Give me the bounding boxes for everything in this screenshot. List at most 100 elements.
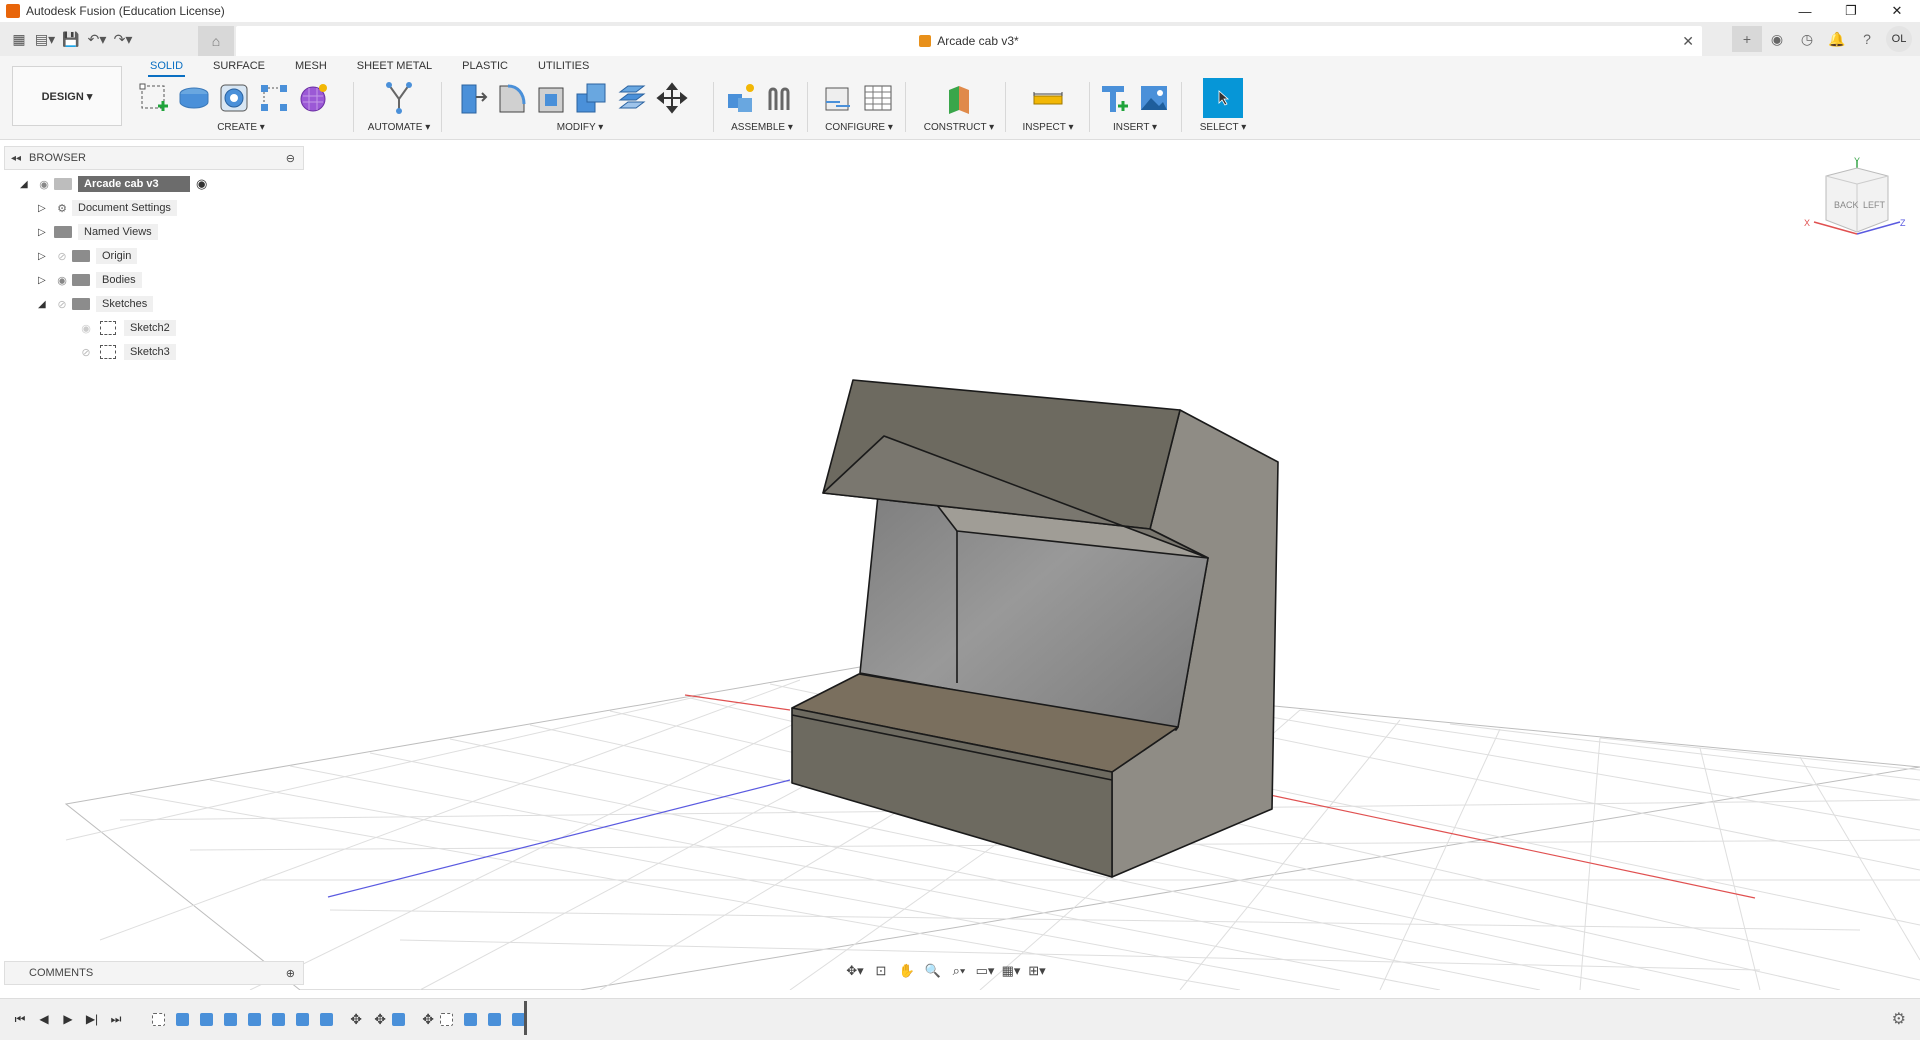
timeline-sketch-icon[interactable] — [434, 1007, 458, 1031]
visibility-eye-icon[interactable]: ◉ — [52, 274, 72, 287]
fit-icon[interactable]: ⌕▾ — [946, 960, 972, 982]
timeline-extrude-icon[interactable] — [218, 1007, 242, 1031]
tree-root[interactable]: ◢ ◉ Arcade cab v3 ◉ — [20, 174, 207, 194]
inspect-menu[interactable]: INSPECT ▾ — [1012, 122, 1084, 133]
tab-solid[interactable]: SOLID — [148, 58, 186, 77]
zoom-icon[interactable]: 🔍 — [920, 960, 946, 982]
tree-item-named-views[interactable]: ▷ Named Views — [38, 222, 158, 242]
add-comment-icon[interactable]: ⊕ — [286, 967, 295, 980]
insert-menu[interactable]: INSERT ▾ — [1094, 122, 1176, 133]
new-tab-button[interactable]: + — [1732, 26, 1762, 52]
configure-icon[interactable] — [818, 78, 858, 118]
tree-item-bodies[interactable]: ▷ ◉ Bodies — [38, 270, 142, 290]
pattern-icon[interactable] — [254, 78, 294, 118]
undo-icon[interactable]: ↶▾ — [84, 26, 110, 52]
timeline-marker[interactable] — [524, 1001, 527, 1035]
extensions-icon[interactable]: ◉ — [1762, 26, 1792, 52]
form-icon[interactable] — [294, 78, 334, 118]
hidden-eye-icon[interactable]: ⊘ — [76, 346, 96, 359]
document-tab[interactable]: Arcade cab v3* ✕ — [236, 26, 1702, 56]
tree-item-sketch3[interactable]: ⊘ Sketch3 — [76, 342, 176, 362]
modify-menu[interactable]: MODIFY ▾ — [452, 122, 708, 133]
help-icon[interactable]: ? — [1852, 26, 1882, 52]
timeline-extrude-icon[interactable] — [290, 1007, 314, 1031]
pan-icon[interactable]: ✋ — [894, 960, 920, 982]
workspace-switcher-button[interactable]: DESIGN ▾ — [12, 66, 122, 126]
minimize-button[interactable]: — — [1782, 0, 1828, 22]
measure-icon[interactable] — [1028, 78, 1068, 118]
timeline-extrude-icon[interactable] — [458, 1007, 482, 1031]
expand-arrow-icon[interactable]: ▷ — [38, 227, 52, 238]
viewcube-back-label[interactable]: BACK — [1834, 200, 1859, 210]
timeline-move-icon[interactable] — [338, 1007, 362, 1031]
job-status-icon[interactable]: ◷ — [1792, 26, 1822, 52]
revolve-icon[interactable] — [214, 78, 254, 118]
automate-icon[interactable] — [379, 78, 419, 118]
apps-grid-icon[interactable]: ▦ — [6, 26, 32, 52]
insert-canvas-icon[interactable] — [1134, 78, 1174, 118]
browser-minus-icon[interactable]: ⊖ — [286, 152, 295, 165]
shell-icon[interactable] — [532, 78, 572, 118]
press-pull-icon[interactable] — [452, 78, 492, 118]
timeline-extrude-icon[interactable] — [266, 1007, 290, 1031]
expand-arrow-icon[interactable]: ▷ — [38, 275, 52, 286]
view-cube[interactable]: BACK LEFT Y X Z — [1800, 156, 1910, 246]
tab-mesh[interactable]: MESH — [293, 58, 329, 77]
expand-arrow-icon[interactable]: ▷ — [38, 251, 52, 262]
hidden-eye-icon[interactable]: ◉ — [76, 322, 96, 335]
visibility-eye-icon[interactable]: ◉ — [34, 178, 54, 191]
timeline-move-icon[interactable] — [410, 1007, 434, 1031]
new-component-icon[interactable] — [722, 78, 762, 118]
move-icon[interactable] — [652, 78, 692, 118]
viewcube-left-label[interactable]: LEFT — [1863, 200, 1886, 210]
timeline-move-icon[interactable] — [362, 1007, 386, 1031]
tree-item-sketches[interactable]: ◢ ⊘ Sketches — [38, 294, 154, 314]
timeline-sketch-icon[interactable] — [146, 1007, 170, 1031]
orbit-icon[interactable]: ✥▾ — [842, 960, 868, 982]
tab-plastic[interactable]: PLASTIC — [460, 58, 510, 77]
comments-panel[interactable]: COMMENTS ⊕ — [4, 961, 304, 985]
activate-radio-icon[interactable]: ◉ — [196, 176, 207, 192]
hidden-eye-icon[interactable]: ⊘ — [52, 250, 72, 263]
viewports-icon[interactable]: ⊞▾ — [1024, 960, 1050, 982]
tree-item-document-settings[interactable]: ▷ ⚙ Document Settings — [38, 198, 177, 218]
select-icon[interactable] — [1203, 78, 1243, 118]
joint-icon[interactable] — [762, 78, 802, 118]
step-forward-icon[interactable]: ▶| — [80, 1007, 104, 1031]
create-menu[interactable]: CREATE ▾ — [134, 122, 348, 133]
tab-sheet-metal[interactable]: SHEET METAL — [355, 58, 434, 77]
timeline-extrude-icon[interactable] — [386, 1007, 410, 1031]
tab-surface[interactable]: SURFACE — [211, 58, 267, 77]
insert-derive-icon[interactable] — [1094, 78, 1134, 118]
arcade-cabinet-model[interactable] — [791, 379, 1279, 878]
expand-arrow-icon[interactable]: ◢ — [20, 179, 34, 190]
close-window-button[interactable]: ✕ — [1874, 0, 1920, 22]
timeline-extrude-icon[interactable] — [194, 1007, 218, 1031]
expand-arrow-icon[interactable]: ◢ — [38, 299, 52, 310]
design-canvas[interactable] — [0, 140, 1920, 990]
step-back-icon[interactable]: ◀ — [32, 1007, 56, 1031]
create-sketch-icon[interactable] — [134, 78, 174, 118]
hidden-eye-icon[interactable]: ⊘ — [52, 298, 72, 311]
tree-item-origin[interactable]: ▷ ⊘ Origin — [38, 246, 138, 266]
timeline-extrude-icon[interactable] — [314, 1007, 338, 1031]
collapse-browser-icon[interactable]: ◂◂ — [11, 153, 21, 164]
timeline-settings-gear-icon[interactable]: ⚙ — [1892, 1009, 1906, 1029]
grid-settings-icon[interactable]: ▦▾ — [998, 960, 1024, 982]
go-to-start-icon[interactable]: ⏮ — [8, 1007, 32, 1031]
automate-menu[interactable]: AUTOMATE ▾ — [362, 122, 436, 133]
look-at-icon[interactable]: ⊡ — [868, 960, 894, 982]
select-menu[interactable]: SELECT ▾ — [1190, 122, 1256, 133]
restore-button[interactable]: ❐ — [1828, 0, 1874, 22]
save-icon[interactable]: 💾 — [58, 26, 84, 52]
assemble-menu[interactable]: ASSEMBLE ▾ — [722, 122, 802, 133]
extrude-icon[interactable] — [174, 78, 214, 118]
root-label[interactable]: Arcade cab v3 — [78, 176, 190, 192]
file-menu-icon[interactable]: ▤▾ — [32, 26, 58, 52]
fillet-icon[interactable] — [492, 78, 532, 118]
construct-menu[interactable]: CONSTRUCT ▾ — [918, 122, 1000, 133]
canvas-viewport[interactable] — [0, 140, 1920, 990]
tab-utilities[interactable]: UTILITIES — [536, 58, 591, 77]
redo-icon[interactable]: ↷▾ — [110, 26, 136, 52]
configuration-table-icon[interactable] — [858, 78, 898, 118]
